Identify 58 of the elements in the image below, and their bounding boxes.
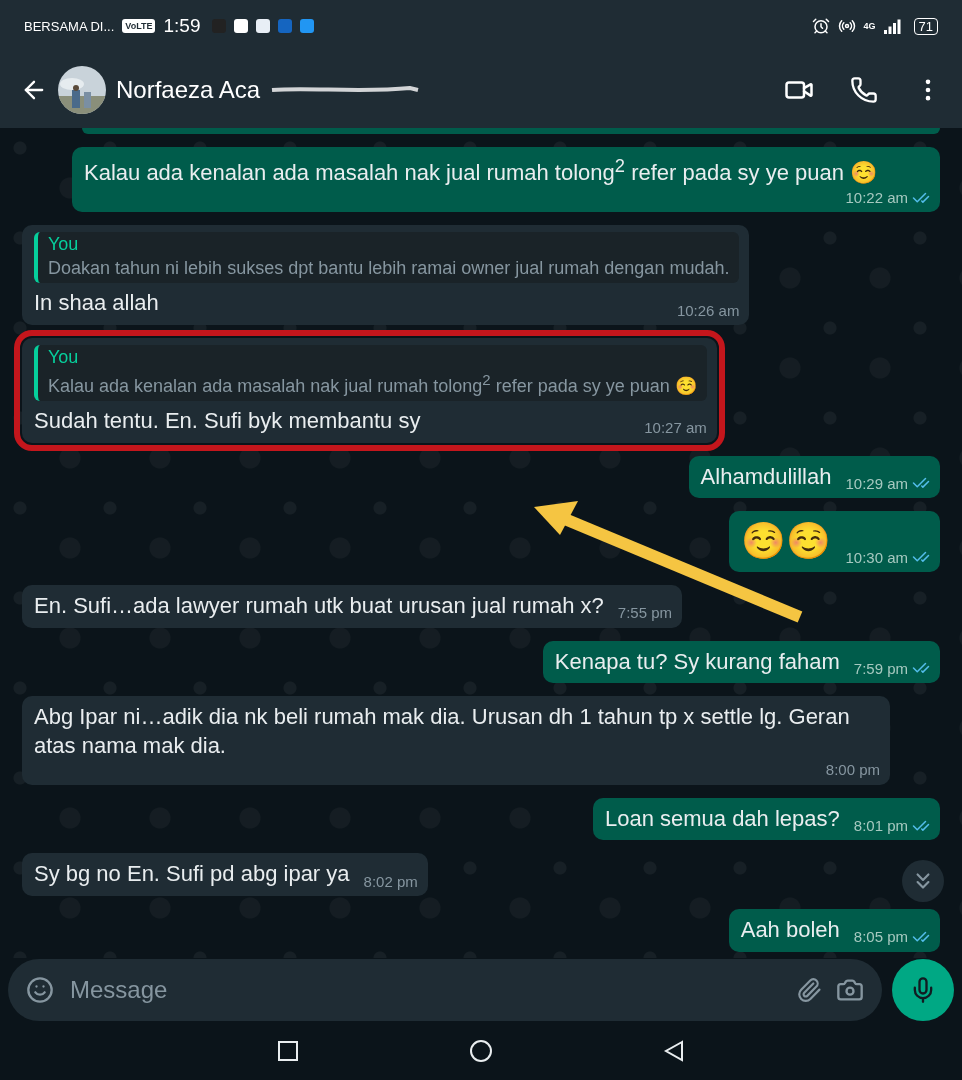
- message-composer[interactable]: Message: [8, 959, 882, 1021]
- message-bubble[interactable]: Kalau ada kenalan ada masalah nak jual rumah tolong$^{2}$ refer pada sy ye puan ☺ 10:22 am: [72, 147, 940, 213]
- message-text: En. Sufi…ada lawyer rumah utk buat urusan jual rumah x?: [34, 592, 604, 620]
- message-bubble[interactable]: Abg Ipar ni…adik dia nk beli rumah mak dia. Urusan dh 1 tahun tp x settle lg. Geran atas nama mak dia. 8:00 pm: [22, 696, 890, 785]
- back-nav-icon[interactable]: [663, 1040, 685, 1062]
- volte-badge: VoLTE: [122, 19, 156, 33]
- message-time: 8:01 pm: [853, 815, 908, 836]
- phone-icon[interactable]: [850, 76, 878, 104]
- message-text: Alhamdulillah: [700, 462, 832, 491]
- message-time: 10:27 am: [644, 418, 707, 438]
- network-type: 4G: [863, 21, 876, 31]
- message-time: 10:30 am: [845, 547, 908, 567]
- quoted-message[interactable]: You Doakan tahun ni lebih sukses dpt bantu lebih ramai owner jual rumah dengan mudah.: [34, 232, 740, 284]
- message-text: In shaa allah: [34, 289, 159, 318]
- quote-author: You: [48, 234, 80, 256]
- app-notification-icon: [300, 19, 315, 33]
- carrier-name: BERSAMA DI...: [24, 18, 115, 34]
- status-time: 1:59: [163, 15, 201, 37]
- message-text: Aah boleh: [740, 916, 840, 945]
- signal-icon: [883, 18, 902, 34]
- message-time: 10:29 am: [845, 473, 908, 494]
- quote-author: You: [48, 347, 80, 368]
- message-text: Loan semua dah lepas?: [604, 804, 840, 833]
- message-bubble[interactable]: Alhamdulillah 10:29 am: [688, 455, 940, 499]
- message-bubble[interactable]: Kenapa tu? Sy kurang faham 7:59 pm: [542, 640, 940, 684]
- message-bubble[interactable]: Loan semua dah lepas? 8:01 pm: [592, 797, 940, 841]
- quoted-message[interactable]: You Kalau ada kenalan ada masalah nak jual rumah tolong$^{2}$ refer pada sy ye puan ☺: [34, 345, 707, 401]
- contact-name[interactable]: Norfaeza Aca: [116, 76, 261, 104]
- message-time: 8:05 pm: [853, 927, 908, 947]
- message-text: Sy bg no En. Sufi pd abg ipar ya: [34, 860, 350, 889]
- message-time: 7:55 pm: [617, 603, 673, 623]
- message-bubble[interactable]: ☺☺ 10:30 am: [729, 511, 940, 572]
- app-notification-icon: [278, 19, 293, 33]
- recents-icon[interactable]: [277, 1040, 299, 1062]
- message-text: ☺☺: [741, 519, 832, 564]
- message-bubble[interactable]: You Doakan tahun ni lebih sukses dpt bantu lebih ramai owner jual rumah dengan mudah. In shaa allah 10:26 am: [22, 225, 750, 325]
- message-bubble[interactable]: Sy bg no En. Sufi pd abg ipar ya 8:02 pm: [22, 853, 428, 897]
- attach-icon[interactable]: [796, 977, 822, 1003]
- message-text: Kenapa tu? Sy kurang faham: [554, 647, 840, 676]
- message-bubble[interactable]: En. Sufi…ada lawyer rumah utk buat urusan jual rumah x? 7:55 pm: [22, 585, 683, 628]
- quote-text: Doakan tahun ni lebih sukses dpt bantu lebih ramai owner jual rumah dengan mudah.: [48, 258, 730, 280]
- message-text: Abg Ipar ni…adik dia nk beli rumah mak dia. Urusan dh 1 tahun tp x settle lg. Geran atas nama mak dia.: [34, 703, 851, 760]
- message-time: 8:00 pm: [825, 760, 880, 780]
- app-notification-icon: [256, 19, 271, 33]
- message-bubble[interactable]: Aah boleh 8:05 pm: [728, 909, 940, 952]
- home-icon[interactable]: [469, 1039, 493, 1063]
- quote-text: Kalau ada kenalan ada masalah nak jual rumah tolong$^{2}$ refer pada sy ye puan ☺: [48, 371, 697, 397]
- message-text: Sudah tentu. En. Sufi byk membantu sy: [34, 407, 421, 435]
- emoji-icon[interactable]: [26, 976, 54, 1004]
- hotspot-icon: [837, 17, 856, 35]
- message-time: 7:59 pm: [853, 658, 908, 679]
- message-time: 8:02 pm: [363, 871, 418, 892]
- message-time: 10:22 am: [845, 187, 908, 208]
- app-notification-icon: [234, 19, 249, 33]
- message-time: 10:26 am: [676, 300, 740, 320]
- battery-level: 71: [913, 17, 938, 35]
- alarm-icon: [811, 17, 830, 35]
- message-text: Kalau ada kenalan ada masalah nak jual rumah tolong$^{2}$ refer pada sy ye puan ☺: [84, 154, 878, 188]
